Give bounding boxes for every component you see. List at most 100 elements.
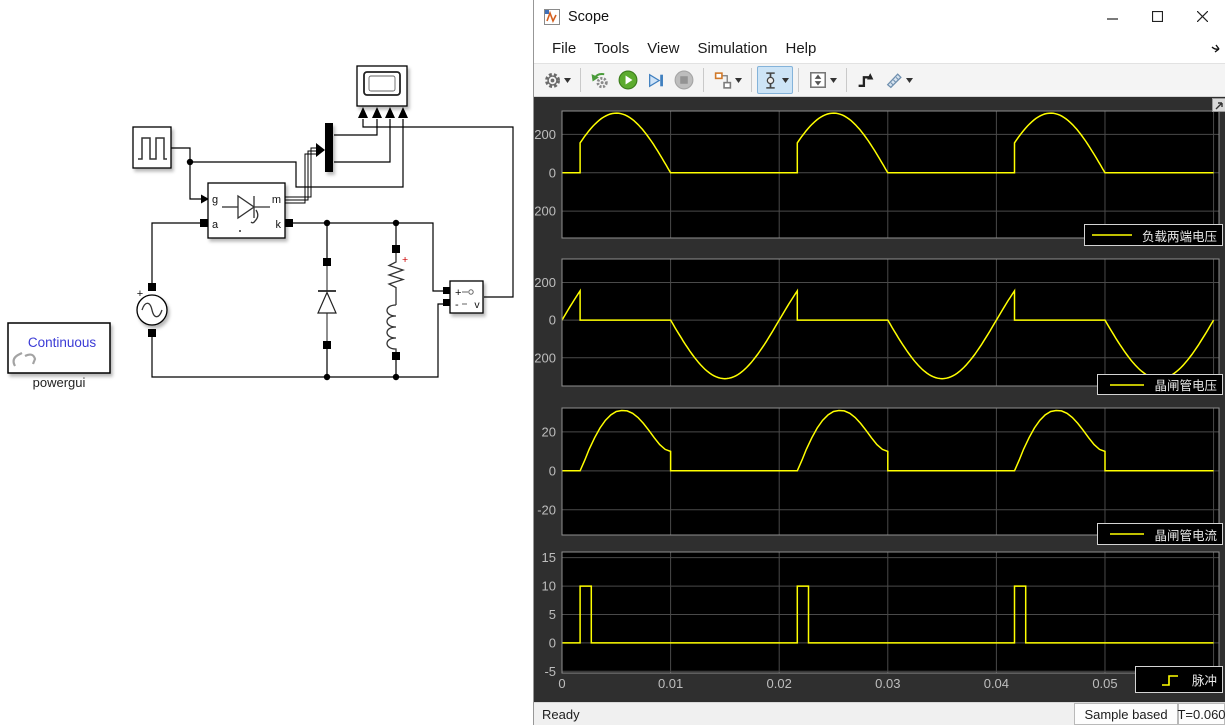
y-tick-label: 0 xyxy=(549,165,556,180)
scope-input-ports xyxy=(358,107,408,118)
scope-axes-svg: 2000-2002000-200200-20151050-500.010.020… xyxy=(530,110,1220,691)
wire-pulse-to-scope4[interactable] xyxy=(190,119,404,188)
y-tick-label: 200 xyxy=(534,275,556,290)
wire-pulse-to-gate[interactable] xyxy=(171,147,201,200)
toolbar-separator xyxy=(751,68,752,92)
status-sample-mode: Sample based xyxy=(1074,703,1178,725)
x-tick-label: 0.05 xyxy=(1092,676,1117,691)
diode-top-pad xyxy=(323,258,331,266)
minimize-icon xyxy=(1107,18,1118,20)
step-forward-button[interactable] xyxy=(642,66,670,94)
y-tick-label: 5 xyxy=(549,607,556,622)
span-axes-icon xyxy=(810,72,826,88)
source-bottom-pad xyxy=(148,329,156,337)
wire-demux2-to-scope3[interactable] xyxy=(334,119,391,163)
scope-window: Scope File Tools View Simulation Help 20… xyxy=(530,0,1225,725)
wire-source-to-anode[interactable] xyxy=(151,222,200,283)
menu-tools[interactable]: Tools xyxy=(585,36,638,61)
plot-background[interactable] xyxy=(562,552,1219,673)
subplot-3: 20 0 -20 xyxy=(537,407,1220,536)
y-tick-label: -5 xyxy=(544,664,556,679)
pulse-generator-block[interactable] xyxy=(132,126,172,169)
dropdown-caret-icon xyxy=(564,77,571,83)
menubar-overflow-arrow-icon[interactable] xyxy=(1211,43,1221,53)
y-tick-label: 10 xyxy=(542,579,556,594)
dropdown-caret-icon xyxy=(830,77,837,83)
run-button[interactable] xyxy=(614,66,642,94)
span-axes-button[interactable] xyxy=(804,66,841,94)
trigger-button[interactable] xyxy=(852,66,880,94)
legend-thyristor-current[interactable]: 晶闸管电流 xyxy=(1097,523,1223,545)
stop-button[interactable] xyxy=(670,66,698,94)
legend-text: 负载两端电压 xyxy=(1141,229,1217,244)
legend-thyristor-voltage[interactable]: 晶闸管电压 xyxy=(1097,374,1223,395)
rl-top-pad xyxy=(392,245,400,253)
maximize-axes-button[interactable] xyxy=(1212,98,1225,112)
signal-layout-button[interactable] xyxy=(709,66,746,94)
thyristor-port-a-label: a xyxy=(212,219,219,231)
menu-help[interactable]: Help xyxy=(777,36,826,61)
legend-load-voltage[interactable]: 负载两端电压 xyxy=(1084,224,1223,246)
demux-block[interactable] xyxy=(325,123,333,172)
vm-plus-label: + xyxy=(455,287,461,299)
subplot-1: 200 0 -200 xyxy=(530,110,1220,239)
stop-icon xyxy=(674,70,694,90)
y-tick-label: 0 xyxy=(549,313,556,328)
thyristor-icon-dot xyxy=(239,230,241,232)
minimize-button[interactable] xyxy=(1090,0,1135,33)
measurements-ruler-button[interactable] xyxy=(880,66,917,94)
run-icon xyxy=(618,70,638,90)
legend-text: 晶闸管电流 xyxy=(1154,528,1217,543)
legend-pulse[interactable]: 脉冲 xyxy=(1135,666,1223,693)
step-back-button[interactable] xyxy=(586,66,614,94)
scope-block[interactable] xyxy=(356,65,408,118)
powergui-block[interactable]: Continuous powergui xyxy=(7,322,111,390)
maximize-icon xyxy=(1152,11,1163,22)
thyristor-port-m-label: m xyxy=(272,194,281,206)
source-top-pad xyxy=(148,283,156,291)
step-forward-icon xyxy=(649,73,663,87)
y-tick-label: 200 xyxy=(534,127,556,142)
diode-symbol-icon xyxy=(317,266,337,341)
close-button[interactable] xyxy=(1180,0,1225,33)
dropdown-caret-icon xyxy=(735,77,742,83)
settings-gear-button[interactable] xyxy=(539,66,575,94)
diode-block[interactable] xyxy=(317,258,337,349)
y-tick-label: 15 xyxy=(542,550,556,565)
statusbar: Ready Sample based T=0.060 xyxy=(534,702,1225,725)
x-tick-label: 0.03 xyxy=(875,676,900,691)
maximize-button[interactable] xyxy=(1135,0,1180,33)
plot-background[interactable] xyxy=(562,111,1219,238)
ac-voltage-source-block[interactable]: + xyxy=(136,283,168,337)
legend-line-sample xyxy=(1110,533,1145,535)
x-tick-label: 0.01 xyxy=(658,676,683,691)
simulink-model-canvas[interactable]: g a m k + + + - v Continuous powergui xyxy=(0,0,533,725)
rl-branch-block[interactable]: + xyxy=(386,245,408,360)
wire-vmeas-to-scope1[interactable] xyxy=(362,119,514,298)
cursor-measure-button[interactable] xyxy=(757,66,793,94)
titlebar[interactable]: Scope xyxy=(534,0,1225,33)
inductor-icon xyxy=(386,304,397,352)
menu-simulation[interactable]: Simulation xyxy=(688,36,776,61)
plot-background[interactable] xyxy=(562,259,1219,386)
subplot-2: 200 0 -200 xyxy=(530,258,1220,387)
subplot-4: 151050-50 0.01 0.02 0.03 0.04 0.05 xyxy=(542,550,1220,691)
wire-bottom-rail[interactable] xyxy=(151,303,443,378)
thyristor-port-k-label: k xyxy=(276,219,282,231)
thyristor-block[interactable]: g a m k xyxy=(200,182,293,239)
menu-file[interactable]: File xyxy=(543,36,585,61)
wire-cathode-rail[interactable] xyxy=(293,222,443,292)
cursor-measure-icon xyxy=(766,71,775,89)
wire-m-bundle[interactable] xyxy=(285,147,316,204)
y-tick-label: 20 xyxy=(542,424,556,439)
port-pad-k xyxy=(285,219,293,227)
dropdown-caret-icon xyxy=(782,77,789,83)
y-tick-label: -200 xyxy=(534,350,556,365)
menu-view[interactable]: View xyxy=(638,36,688,61)
legend-text: 晶闸管电压 xyxy=(1154,379,1217,393)
step-back-icon xyxy=(591,72,608,88)
voltage-measurement-block[interactable]: + - v xyxy=(443,280,484,314)
scope-plot-area[interactable]: 2000-2002000-200200-20151050-500.010.020… xyxy=(530,97,1225,702)
status-text: Ready xyxy=(542,706,580,722)
close-icon xyxy=(1197,11,1208,22)
